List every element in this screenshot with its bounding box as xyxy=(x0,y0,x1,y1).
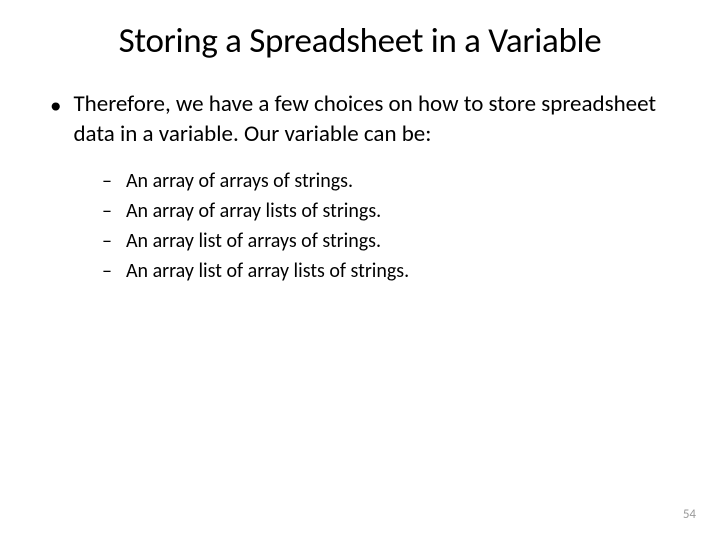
list-item: – An array list of array lists of string… xyxy=(102,258,680,285)
option-text: An array of array lists of strings. xyxy=(126,198,381,225)
option-text: An array list of arrays of strings. xyxy=(126,228,381,255)
bullet-mark-level2: – xyxy=(102,258,112,285)
page-title: Storing a Spreadsheet in a Variable xyxy=(40,20,680,62)
options-list: – An array of arrays of strings. – An ar… xyxy=(40,168,680,285)
intro-text: Therefore, we have a few choices on how … xyxy=(73,90,680,150)
option-text: An array list of array lists of strings. xyxy=(126,258,409,285)
slide: Storing a Spreadsheet in a Variable • Th… xyxy=(0,0,720,540)
list-item: – An array of arrays of strings. xyxy=(102,168,680,195)
bullet-mark-level2: – xyxy=(102,198,112,225)
bullet-mark-level1: • xyxy=(50,92,61,122)
intro-bullet: • Therefore, we have a few choices on ho… xyxy=(40,90,680,150)
list-item: – An array of array lists of strings. xyxy=(102,198,680,225)
page-number: 54 xyxy=(683,507,696,522)
option-text: An array of arrays of strings. xyxy=(126,168,353,195)
bullet-mark-level2: – xyxy=(102,168,112,195)
list-item: – An array list of arrays of strings. xyxy=(102,228,680,255)
bullet-mark-level2: – xyxy=(102,228,112,255)
